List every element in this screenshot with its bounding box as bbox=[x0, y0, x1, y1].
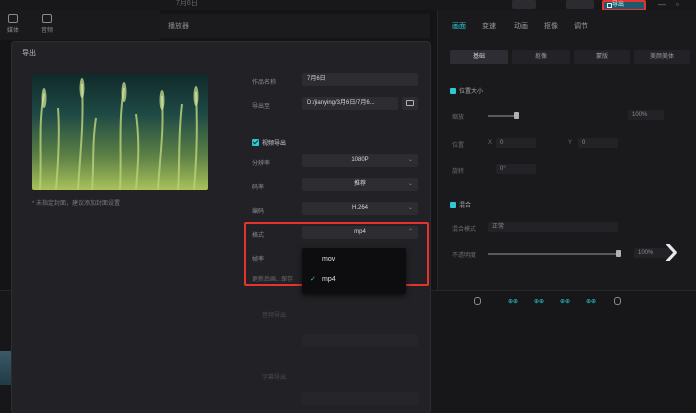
codec-label: 编码 bbox=[252, 209, 265, 215]
dialog-title: 导出 bbox=[22, 50, 36, 57]
folder-icon bbox=[406, 100, 414, 106]
resolution-select[interactable]: 1080P ⌄ bbox=[302, 154, 418, 167]
checkbox-icon bbox=[450, 202, 456, 208]
bitrate-label: 码率 bbox=[252, 185, 265, 191]
media-rail: 媒体 音频 bbox=[0, 10, 160, 40]
cover-hint: * 未指定封面，建议添加封面设置 bbox=[32, 201, 121, 207]
check-icon bbox=[252, 139, 259, 146]
position-x-label: X bbox=[488, 140, 493, 146]
scale-slider-handle[interactable] bbox=[514, 112, 519, 119]
minimize-icon[interactable]: — bbox=[658, 0, 666, 9]
codec-select[interactable]: H.264 ⌄ bbox=[302, 202, 418, 215]
tab-keying[interactable]: 抠像 bbox=[544, 21, 558, 31]
maximize-icon[interactable]: ▫ bbox=[676, 0, 679, 9]
timeline-tool[interactable]: ⊕⊕ bbox=[586, 298, 596, 305]
position-x-field[interactable]: 0 bbox=[496, 138, 536, 148]
chevron-down-icon: ⌄ bbox=[407, 205, 413, 211]
rail-item-media[interactable]: 媒体 bbox=[0, 14, 26, 34]
microphone-icon[interactable] bbox=[474, 297, 481, 305]
chevron-down-icon: ⌄ bbox=[407, 181, 413, 187]
resolution-label: 分辨率 bbox=[252, 161, 271, 167]
tab-animation[interactable]: 动画 bbox=[514, 21, 528, 31]
audio-export-field[interactable] bbox=[302, 334, 418, 347]
position-y-field[interactable]: 0 bbox=[578, 138, 618, 148]
blend-mode-label: 混合模式 bbox=[452, 227, 477, 233]
tab-picture[interactable]: 画面 bbox=[452, 21, 466, 31]
segment-beauty[interactable]: 美颜美体 bbox=[634, 50, 690, 64]
scale-label: 缩放 bbox=[452, 115, 465, 121]
scale-value[interactable]: 100% bbox=[628, 110, 664, 120]
name-label: 作品名称 bbox=[252, 80, 277, 86]
segment-keying[interactable]: 抠像 bbox=[512, 50, 570, 64]
position-label: 位置 bbox=[452, 143, 465, 149]
format-option-mp4[interactable]: ✓ mp4 bbox=[302, 270, 406, 290]
window-title: 7月6日 bbox=[176, 0, 198, 7]
path-label: 导出至 bbox=[252, 104, 271, 110]
player-title: 播放器 bbox=[168, 23, 189, 30]
zoom-icon[interactable] bbox=[614, 297, 621, 305]
scale-slider[interactable] bbox=[488, 115, 516, 117]
opacity-label: 不透明度 bbox=[452, 253, 477, 259]
rotate-label: 旋转 bbox=[452, 169, 465, 175]
video-export-checkbox[interactable]: 视频导出 bbox=[252, 138, 286, 147]
export-dialog: 导出 * 未指定封面，建议添加封面设置 作品名称 7月6日 导出至 D:/jia… bbox=[12, 42, 430, 413]
tab-adjust[interactable]: 调节 bbox=[574, 21, 588, 31]
browse-folder-button[interactable] bbox=[402, 97, 418, 110]
bitrate-select[interactable]: 推荐 ⌄ bbox=[302, 178, 418, 191]
player-header: 播放器 bbox=[160, 14, 430, 38]
format-option-mov[interactable]: mov bbox=[302, 250, 406, 270]
position-size-section[interactable]: 位置大小 bbox=[450, 86, 483, 95]
rail-item-audio[interactable]: 音频 bbox=[34, 14, 60, 34]
name-input[interactable]: 7月6日 bbox=[302, 73, 418, 86]
checkmark-icon: ✓ bbox=[310, 276, 316, 283]
timeline-tool[interactable]: ⊕⊕ bbox=[534, 298, 544, 305]
subtitle-export-label: 字幕导出 bbox=[262, 375, 287, 381]
checkbox-icon bbox=[450, 88, 456, 94]
timeline-tool[interactable]: ⊕⊕ bbox=[508, 298, 518, 305]
chevron-down-icon: ⌄ bbox=[407, 157, 413, 163]
opacity-slider[interactable] bbox=[488, 253, 618, 255]
tab-speed[interactable]: 变速 bbox=[482, 21, 496, 31]
cover-preview[interactable] bbox=[32, 74, 208, 190]
segment-basic[interactable]: 基础 bbox=[450, 50, 508, 64]
properties-tabs: 画面 变速 动画 抠像 调节 bbox=[438, 18, 696, 34]
properties-panel: 画面 变速 动画 抠像 调节 基础 抠像 蒙版 美颜美体 位置大小 缩放 100… bbox=[437, 10, 696, 290]
position-y-label: Y bbox=[568, 140, 573, 146]
audio-icon bbox=[42, 14, 52, 23]
rotate-field[interactable]: 0° bbox=[496, 164, 536, 174]
opacity-slider-handle[interactable] bbox=[616, 250, 621, 257]
audio-export-label: 音频导出 bbox=[262, 313, 287, 319]
cover-image bbox=[39, 78, 199, 190]
blend-section[interactable]: 混合 bbox=[450, 200, 471, 209]
toolbar-button[interactable] bbox=[512, 0, 536, 9]
media-icon bbox=[8, 14, 18, 23]
timeline-tool[interactable]: ⊕⊕ bbox=[560, 298, 570, 305]
format-dropdown: mov ✓ mp4 bbox=[302, 248, 406, 294]
subtitle-export-field[interactable] bbox=[302, 392, 418, 405]
path-input[interactable]: D:/jianying/3月6日/7月6... bbox=[302, 97, 398, 110]
segment-mask[interactable]: 蒙版 bbox=[574, 50, 630, 64]
next-arrow-icon[interactable]: › bbox=[664, 228, 679, 272]
blend-mode-select[interactable]: 正常 bbox=[488, 222, 618, 232]
